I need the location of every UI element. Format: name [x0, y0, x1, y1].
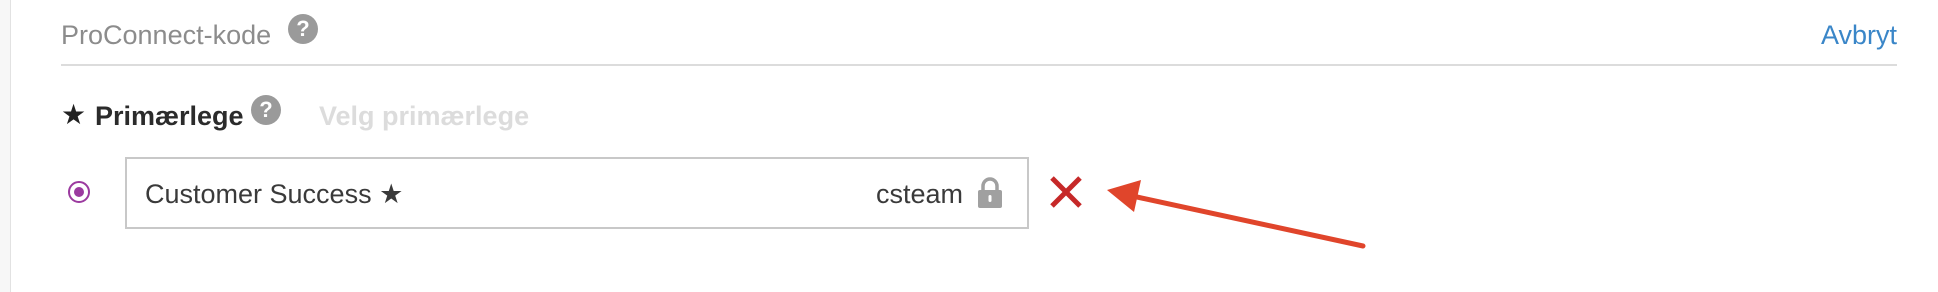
primary-doctor-row: ★ Primærlege ? Velg primærlege	[61, 95, 661, 136]
section-title: ProConnect-kode	[61, 20, 272, 50]
user-display-name: Customer Success ★	[145, 179, 404, 209]
question-circle-icon[interactable]: ?	[288, 14, 318, 44]
primary-radio-button[interactable]	[68, 181, 90, 203]
section-header: ProConnect-kode ? Avbryt	[61, 0, 1897, 66]
annotation-arrow	[1107, 180, 1366, 249]
lock-icon	[978, 177, 1002, 208]
radio-selected-dot	[74, 187, 84, 197]
primary-doctor-label: Primærlege	[95, 101, 244, 131]
question-circle-icon[interactable]: ?	[251, 95, 281, 125]
proconnect-panel: ProConnect-kode ? Avbryt ★ Primærlege ? …	[10, 0, 1938, 292]
select-primary-doctor-link[interactable]: Velg primærlege	[319, 99, 529, 133]
selected-user-field[interactable]: Customer Success ★ csteam	[125, 157, 1029, 229]
username-label: csteam	[875, 179, 963, 209]
star-icon: ★	[61, 99, 87, 130]
cancel-link[interactable]: Avbryt	[1821, 18, 1897, 52]
remove-x-icon[interactable]	[1047, 173, 1085, 211]
